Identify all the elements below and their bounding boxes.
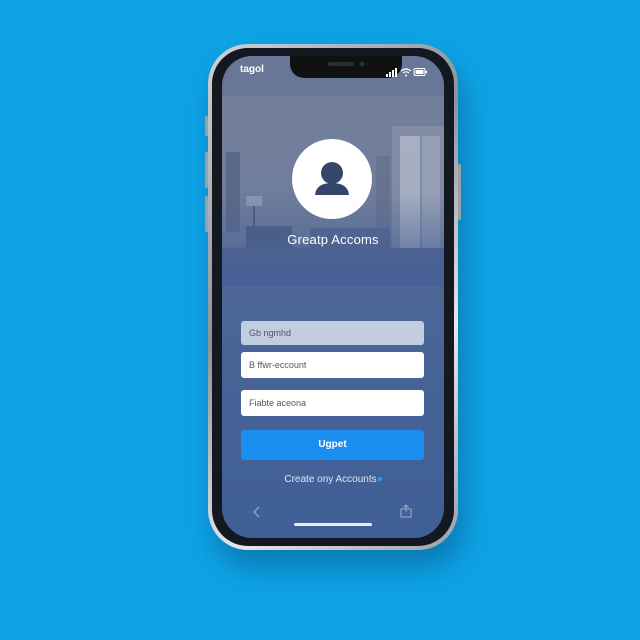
page-title: Greatp Accoms [287, 232, 379, 247]
avatar-icon [315, 162, 349, 195]
profile-avatar[interactable] [292, 139, 372, 219]
status-time: tagol [240, 64, 264, 75]
volume-down-button [205, 196, 208, 232]
phone-device: tagol Greatp Accoms Gb ngmhd B ffwr-ecco… [205, 44, 461, 550]
battery-icon [413, 68, 427, 76]
home-indicator[interactable] [294, 523, 372, 526]
signal-icon [386, 68, 397, 77]
phone-screen: tagol Greatp Accoms Gb ngmhd B ffwr-ecco… [222, 56, 444, 538]
create-account-link[interactable]: Create ony Accounts [222, 474, 444, 485]
create-account-label: Create ony Accounts [284, 474, 377, 485]
power-button [458, 164, 461, 220]
status-icons [386, 64, 428, 77]
share-icon[interactable] [399, 504, 413, 523]
submit-button[interactable]: Ugpet [241, 430, 424, 460]
back-icon[interactable] [252, 505, 262, 523]
field-3-input[interactable]: Fiabte aceona [241, 390, 424, 416]
field-1-input[interactable]: Gb ngmhd [241, 321, 424, 345]
volume-up-button [205, 152, 208, 188]
field-2-input[interactable]: B ffwr-eccount [241, 352, 424, 378]
wifi-icon [400, 68, 412, 77]
mute-switch [205, 116, 208, 136]
link-dot [377, 477, 382, 482]
